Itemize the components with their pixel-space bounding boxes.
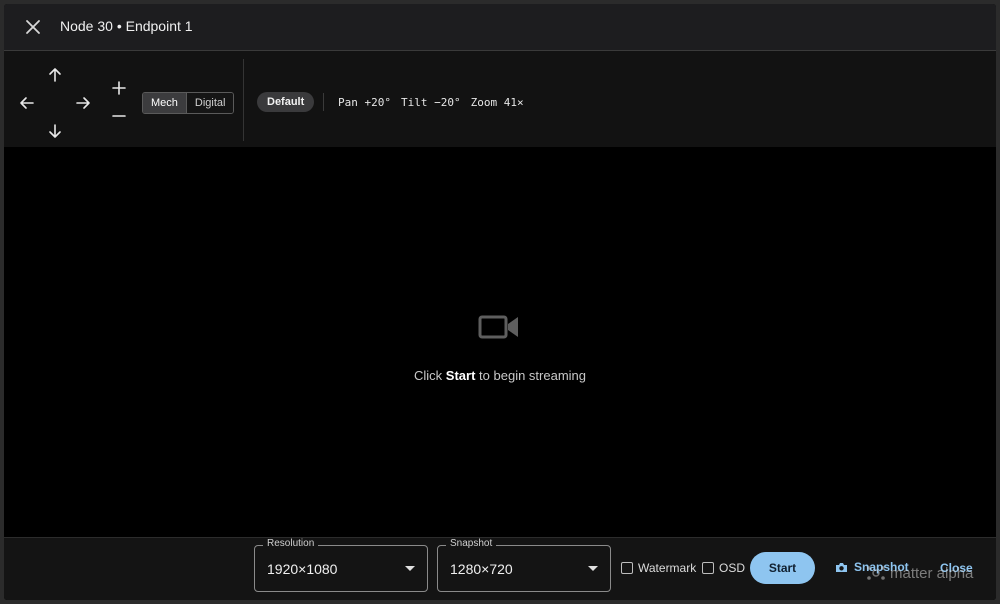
arrow-down-icon[interactable]: [46, 122, 64, 140]
mode-mech-button[interactable]: Mech: [143, 93, 187, 113]
chevron-down-icon: [405, 566, 415, 571]
mode-digital-button[interactable]: Digital: [186, 93, 234, 113]
minus-icon[interactable]: [111, 108, 127, 124]
osd-checkbox-box[interactable]: [702, 562, 714, 574]
logo-icon: [867, 566, 885, 580]
watermark-checkbox-box[interactable]: [621, 562, 633, 574]
zoom-readout: Zoom 41×: [470, 96, 524, 109]
plus-icon[interactable]: [111, 80, 127, 96]
camera-icon: [836, 562, 847, 572]
ptz-mode-toggle: Mech Digital: [142, 92, 235, 114]
close-icon[interactable]: [22, 16, 44, 38]
dialog-footer: Resolution 1920×1080 Snapshot 1280×720 W…: [4, 537, 996, 600]
arrow-right-icon[interactable]: [74, 94, 92, 112]
snapshot-select[interactable]: Snapshot 1280×720: [437, 538, 611, 592]
divider: [243, 59, 244, 141]
osd-checkbox[interactable]: OSD: [702, 561, 745, 575]
arrow-up-icon[interactable]: [46, 66, 64, 84]
start-button[interactable]: Start: [750, 552, 815, 584]
video-stream-area: Click Start to begin streaming: [4, 147, 996, 537]
resolution-select[interactable]: Resolution 1920×1080: [254, 538, 428, 592]
pan-readout: Pan +20°: [338, 96, 391, 109]
ptz-readout: Pan +20° Tilt −20° Zoom 41×: [338, 96, 524, 109]
video-camera-icon: [478, 315, 518, 339]
hint-prefix: Click: [414, 368, 443, 383]
arrow-left-icon[interactable]: [18, 94, 36, 112]
chevron-down-icon: [588, 566, 598, 571]
osd-label: OSD: [719, 561, 746, 575]
tilt-readout: Tilt −20°: [400, 96, 461, 109]
ptz-controls: Mech Digital Default Pan +20° Tilt −20° …: [4, 51, 996, 147]
hint-start-word: Start: [445, 368, 476, 383]
watermark-checkbox[interactable]: Watermark: [621, 561, 696, 575]
snapshot-value: 1280×720: [450, 561, 513, 577]
watermark-text: matter alpha: [890, 564, 974, 582]
dialog-title: Node 30 • Endpoint 1: [60, 18, 193, 34]
watermark-label: Watermark: [638, 561, 697, 575]
divider: [323, 93, 324, 111]
hint-suffix: to begin streaming: [479, 368, 586, 383]
preset-chip[interactable]: Default: [257, 92, 315, 112]
watermark: matter alpha: [866, 564, 973, 582]
stream-hint: Click Start to begin streaming: [4, 368, 996, 383]
title-bar: Node 30 • Endpoint 1: [4, 4, 996, 51]
resolution-label: Resolution: [263, 538, 319, 549]
resolution-value: 1920×1080: [267, 561, 338, 577]
snapshot-label: Snapshot: [446, 538, 497, 549]
camera-dialog: Node 30 • Endpoint 1 Mech Digital Defaul…: [4, 4, 996, 600]
